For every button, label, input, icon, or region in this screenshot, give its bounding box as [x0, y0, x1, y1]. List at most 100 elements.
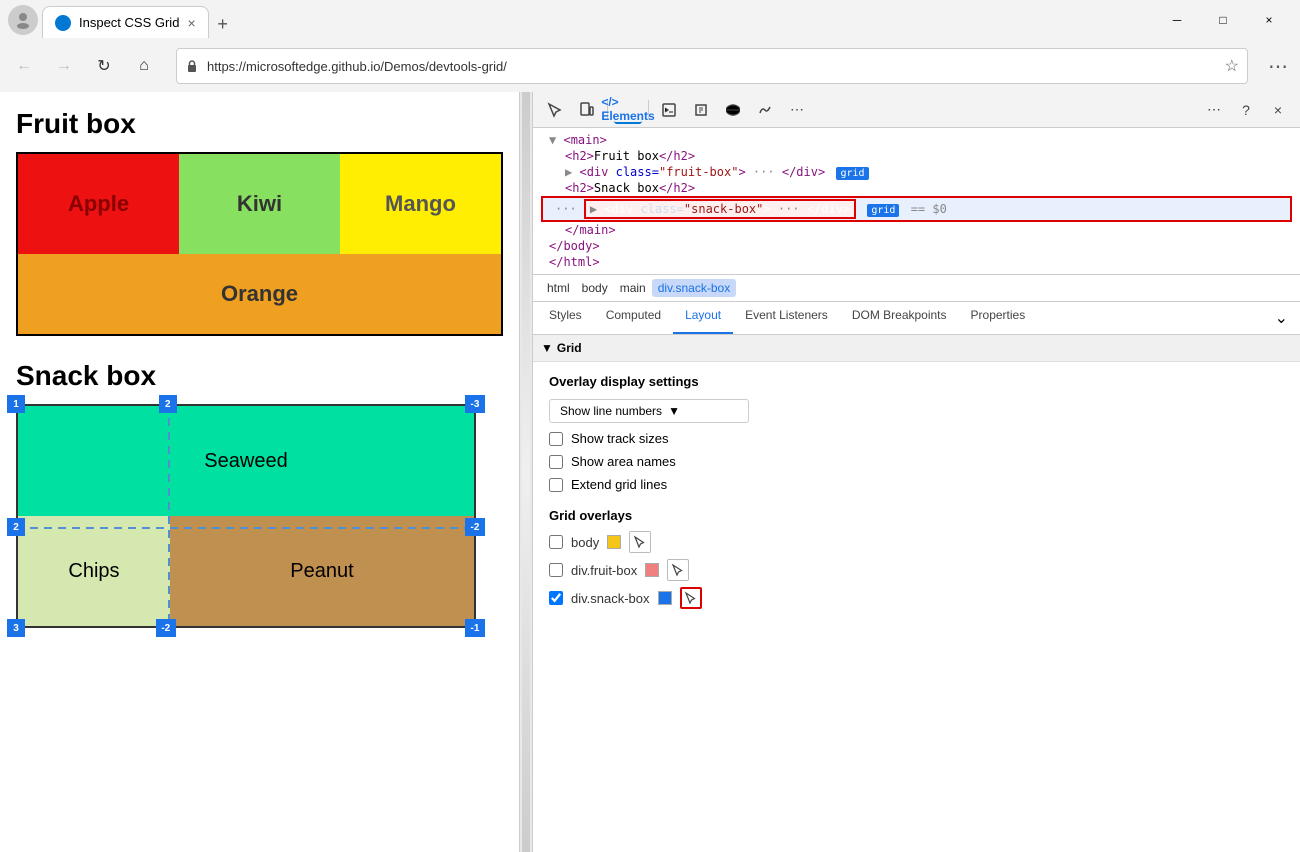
tab-favicon	[55, 15, 71, 31]
overlay-fruit-box-label: div.fruit-box	[571, 563, 637, 578]
extend-grid-lines-checkbox[interactable]: Extend grid lines	[549, 477, 1284, 492]
section-title: Grid	[557, 341, 582, 355]
peanut-cell: Peanut	[170, 516, 474, 626]
dom-line-body-close[interactable]: </body>	[541, 238, 1292, 254]
overlay-row-snack-box: div.snack-box	[549, 587, 1284, 609]
overlay-fruit-box-color[interactable]	[645, 563, 659, 577]
user-avatar[interactable]	[8, 5, 38, 35]
divider-track	[522, 92, 530, 852]
device-mode-icon[interactable]	[573, 96, 601, 124]
grid-num-r1: -3	[465, 395, 485, 413]
overlay-snack-box-checkbox[interactable]	[549, 591, 563, 605]
new-tab-button[interactable]: +	[209, 10, 237, 38]
overlay-fruit-box-checkbox[interactable]	[549, 563, 563, 577]
show-area-names-checkbox[interactable]: Show area names	[549, 454, 1284, 469]
address-bar[interactable]: https://microsoftedge.github.io/Demos/de…	[176, 48, 1248, 84]
dom-line-fruit-box[interactable]: ▶ <div class="fruit-box"> ··· </div> gri…	[541, 164, 1292, 180]
home-button[interactable]: ⌂	[128, 50, 160, 82]
back-button[interactable]: ←	[8, 50, 40, 82]
devtools-help-icon[interactable]: ?	[1232, 96, 1260, 124]
breadcrumb-snack-box[interactable]: div.snack-box	[652, 279, 736, 297]
show-track-sizes-label: Show track sizes	[571, 431, 669, 446]
tab-computed[interactable]: Computed	[594, 302, 673, 334]
breadcrumb-body[interactable]: body	[576, 279, 614, 297]
tabs-more-button[interactable]: ⌄	[1267, 302, 1296, 334]
window-controls: ─ □ ×	[1154, 4, 1292, 36]
show-area-names-input[interactable]	[549, 455, 563, 469]
more-button[interactable]: ⋯	[1264, 54, 1292, 79]
grid-num-l2: 2	[7, 518, 25, 536]
tab-bar: Inspect CSS Grid × +	[42, 2, 1150, 38]
tab-properties[interactable]: Properties	[959, 302, 1038, 334]
dom-line-h2-snack[interactable]: <h2>Snack box</h2>	[541, 180, 1292, 196]
extend-grid-lines-input[interactable]	[549, 478, 563, 492]
sources-icon[interactable]	[687, 96, 715, 124]
overlay-settings-title: Overlay display settings	[549, 374, 1284, 389]
dom-line-snack-box[interactable]: ··· ▶ <div class="snack-box"> ··· </div>…	[541, 196, 1292, 222]
grid-num-r2: -2	[465, 518, 485, 536]
webpage-panel: Fruit box Apple Kiwi Mango Orange Snack …	[0, 92, 520, 852]
forward-button[interactable]: →	[48, 50, 80, 82]
title-bar: Inspect CSS Grid × + ─ □ ×	[0, 0, 1300, 40]
more-tools-icon[interactable]: ⋯	[783, 96, 811, 124]
bookmark-button[interactable]: ☆	[1225, 56, 1239, 76]
console-icon[interactable]	[655, 96, 683, 124]
line-numbers-dropdown[interactable]: Show line numbers ▼	[549, 399, 749, 423]
elements-tab-icon[interactable]: </> Elements	[614, 96, 642, 124]
breadcrumb-html[interactable]: html	[541, 279, 576, 297]
fruit-grid: Apple Kiwi Mango Orange	[16, 152, 503, 336]
grid-num-rb: -1	[465, 619, 485, 637]
dom-tree: ▼ <main> <h2>Fruit box</h2> ▶ <div class…	[533, 128, 1300, 274]
overlay-body-color[interactable]	[607, 535, 621, 549]
reload-button[interactable]: ↻	[88, 50, 120, 82]
tab-styles[interactable]: Styles	[537, 302, 594, 334]
performance-icon[interactable]	[751, 96, 779, 124]
overlay-snack-box-icon[interactable]	[680, 587, 702, 609]
grid-horizontal-line	[16, 527, 476, 529]
devtools-close-icon[interactable]: ×	[1264, 96, 1292, 124]
snack-grid-container: 1 2 3 1 2 3 -3 -2 -1 -2 -3 Seaweed Chips…	[16, 404, 476, 628]
grid-num-l1: 1	[7, 395, 25, 413]
tab-layout[interactable]: Layout	[673, 302, 733, 334]
dom-line-html-close[interactable]: </html>	[541, 254, 1292, 270]
inspect-icon[interactable]	[541, 96, 569, 124]
dom-line-main-close[interactable]: </main>	[541, 222, 1292, 238]
grid-num-tm: 2	[159, 395, 177, 413]
tab-title: Inspect CSS Grid	[79, 15, 179, 30]
show-track-sizes-input[interactable]	[549, 432, 563, 446]
grid-vertical-line	[168, 404, 170, 628]
show-track-sizes-checkbox[interactable]: Show track sizes	[549, 431, 1284, 446]
maximize-button[interactable]: □	[1200, 4, 1246, 36]
minimize-button[interactable]: ─	[1154, 4, 1200, 36]
snack-grid: Seaweed Chips Peanut	[16, 404, 476, 628]
address-bar-row: ← → ↻ ⌂ https://microsoftedge.github.io/…	[0, 40, 1300, 92]
url-text: https://microsoftedge.github.io/Demos/de…	[207, 59, 1217, 74]
grid-section-header[interactable]: ▼ Grid	[533, 335, 1300, 362]
apple-cell: Apple	[18, 154, 179, 254]
devtools-toolbar: </> Elements ⋯ ⋯ ? ×	[533, 92, 1300, 128]
network-icon[interactable]	[719, 96, 747, 124]
overlay-snack-box-color[interactable]	[658, 591, 672, 605]
overlay-body-icon[interactable]	[629, 531, 651, 553]
grid-overlays-title: Grid overlays	[549, 508, 1284, 523]
show-area-names-label: Show area names	[571, 454, 676, 469]
dom-line-main[interactable]: ▼ <main>	[541, 132, 1292, 148]
breadcrumb-main[interactable]: main	[614, 279, 652, 297]
overlay-body-checkbox[interactable]	[549, 535, 563, 549]
snack-box-title: Snack box	[16, 360, 503, 392]
overlay-snack-box-label: div.snack-box	[571, 591, 650, 606]
section-chevron: ▼	[541, 341, 553, 355]
tab-close-button[interactable]: ×	[187, 15, 195, 31]
tab-event-listeners[interactable]: Event Listeners	[733, 302, 840, 334]
devtools-more-icon[interactable]: ⋯	[1200, 96, 1228, 124]
main-area: Fruit box Apple Kiwi Mango Orange Snack …	[0, 92, 1300, 852]
tab-dom-breakpoints[interactable]: DOM Breakpoints	[840, 302, 959, 334]
close-button[interactable]: ×	[1246, 4, 1292, 36]
dom-line-h2-fruit[interactable]: <h2>Fruit box</h2>	[541, 148, 1292, 164]
browser-tab[interactable]: Inspect CSS Grid ×	[42, 6, 209, 38]
vertical-divider[interactable]	[520, 92, 532, 852]
layout-panel: ▼ Grid Overlay display settings Show lin…	[533, 335, 1300, 852]
dropdown-arrow: ▼	[668, 404, 680, 418]
dropdown-label: Show line numbers	[560, 404, 662, 418]
overlay-fruit-box-icon[interactable]	[667, 559, 689, 581]
